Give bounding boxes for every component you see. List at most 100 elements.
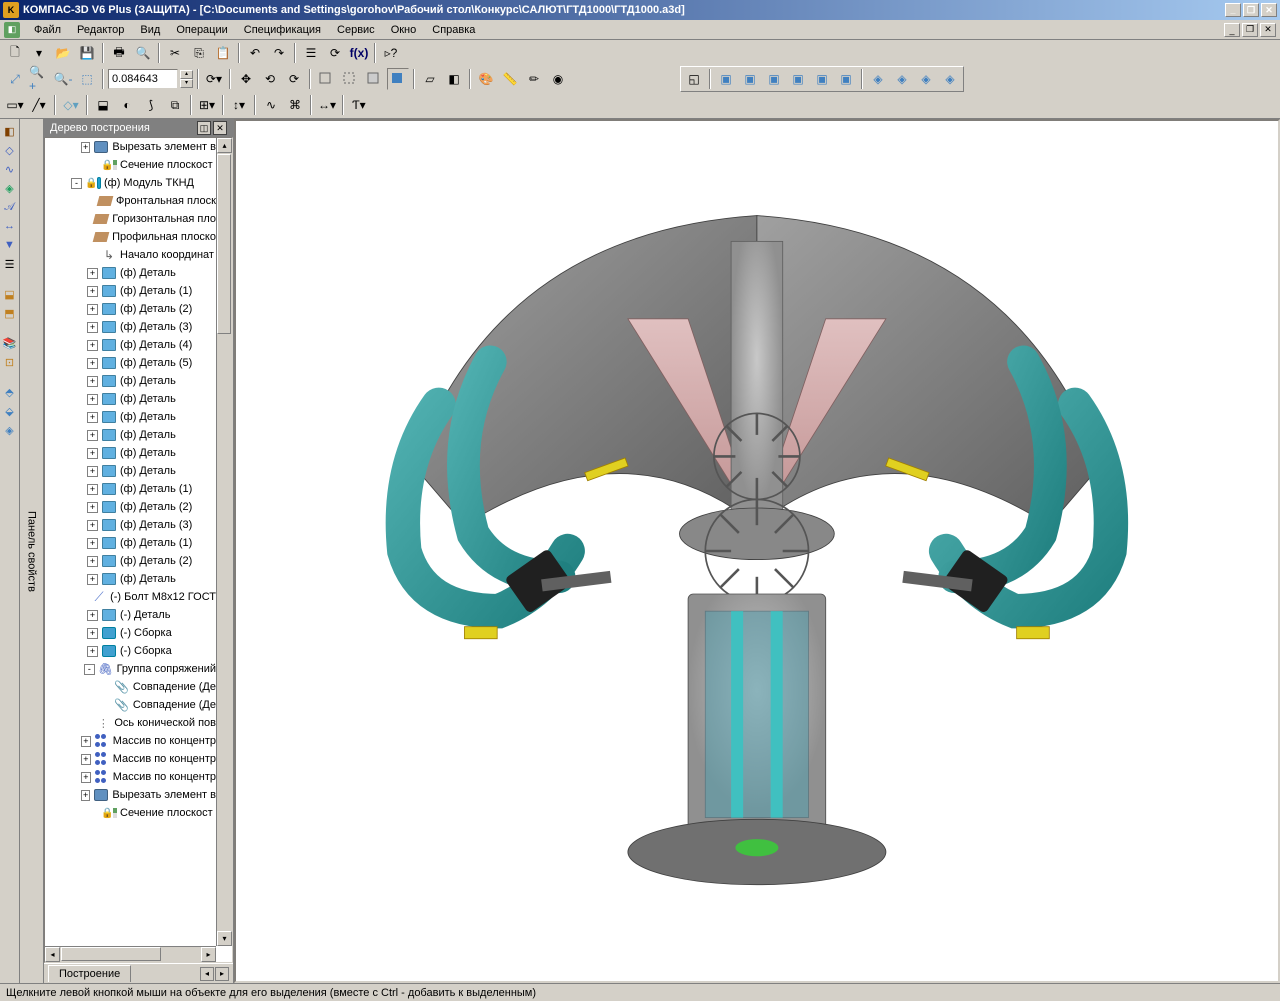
menu-view[interactable]: Вид [132, 22, 168, 38]
open-button[interactable]: 📂 [52, 42, 74, 64]
close-button[interactable]: ✕ [1261, 3, 1277, 17]
tree-item[interactable]: ↳Начало координат [45, 246, 216, 264]
tree-expand-toggle[interactable]: + [87, 574, 98, 585]
print-button[interactable]: 🖶 [108, 42, 130, 64]
color-scheme-button[interactable]: 🎨 [475, 68, 497, 90]
top-view-icon[interactable]: ▣ [763, 68, 785, 90]
zoom-spin-up[interactable]: ▴ [180, 70, 193, 79]
undo-button[interactable]: ↶ [244, 42, 266, 64]
line-button[interactable]: ╱▾ [28, 94, 50, 116]
rail-select-icon[interactable]: ◧ [2, 123, 18, 139]
tree-item[interactable]: +Вырезать элемент в [45, 138, 216, 156]
spiral-button[interactable]: ⌘ [284, 94, 306, 116]
front-view-icon[interactable]: ▣ [715, 68, 737, 90]
tree-header[interactable]: Дерево построения ◫ ✕ [44, 119, 233, 137]
tree-expand-toggle[interactable]: + [87, 430, 98, 441]
tree-item[interactable]: +(ф) Деталь (1) [45, 282, 216, 300]
tree-item[interactable]: +(ф) Деталь [45, 462, 216, 480]
tree-item[interactable]: +Массив по концентр [45, 750, 216, 768]
tree-tab-build[interactable]: Построение [48, 965, 131, 982]
tree-item[interactable]: +(ф) Деталь (1) [45, 480, 216, 498]
save-button[interactable]: 💾 [76, 42, 98, 64]
help-context-button[interactable]: ▹? [380, 42, 402, 64]
refresh-button[interactable]: ⟳ [324, 42, 346, 64]
tree-expand-toggle[interactable]: + [87, 322, 98, 333]
tree-expand-toggle[interactable]: + [87, 412, 98, 423]
tree-item[interactable]: +(ф) Деталь [45, 426, 216, 444]
orientation-toolbar[interactable]: ◱ ▣ ▣ ▣ ▣ ▣ ▣ ◈ ◈ ◈ ◈ [680, 66, 964, 92]
tree-expand-toggle[interactable]: + [87, 340, 98, 351]
mdi-minimize-button[interactable]: _ [1224, 23, 1240, 37]
copy-button[interactable]: ⎘ [188, 42, 210, 64]
left-view-icon[interactable]: ▣ [811, 68, 833, 90]
tree-expand-toggle[interactable]: + [87, 448, 98, 459]
right-view-icon[interactable]: ▣ [835, 68, 857, 90]
tree-item[interactable]: +Вырезать элемент в [45, 786, 216, 804]
menu-edit[interactable]: Редактор [69, 22, 132, 38]
paste-button[interactable]: 📋 [212, 42, 234, 64]
pan-button[interactable]: ✥ [235, 68, 257, 90]
sweep-button[interactable]: ⟆ [140, 94, 162, 116]
tree-scrollbar-horizontal[interactable]: ◂ ▸ [45, 946, 216, 962]
variables-button[interactable]: f(x) [348, 42, 370, 64]
rail-assembly-icon[interactable]: ⬓ [2, 286, 18, 302]
tree-expand-toggle[interactable]: + [87, 376, 98, 387]
tree-expand-toggle[interactable]: + [87, 394, 98, 405]
tree-item[interactable]: +(ф) Деталь [45, 408, 216, 426]
menu-file[interactable]: Файл [26, 22, 69, 38]
text-button[interactable]: Ƭ▾ [348, 94, 370, 116]
tree-close-button[interactable]: ✕ [213, 121, 227, 135]
tree-item[interactable]: -🔒(ф) Модуль ТКНД [45, 174, 216, 192]
sketch-button[interactable]: ▭▾ [4, 94, 26, 116]
tree-expand-toggle[interactable]: + [87, 646, 98, 657]
3d-viewport[interactable] [234, 119, 1280, 983]
scroll-thumb-v[interactable] [217, 154, 231, 334]
tree-expand-toggle[interactable]: + [87, 556, 98, 567]
zoom-out-button[interactable]: 🔍- [52, 68, 74, 90]
new-dropdown[interactable]: ▾ [28, 42, 50, 64]
print-preview-button[interactable]: 🔍 [132, 42, 154, 64]
scroll-up-icon[interactable]: ▴ [217, 138, 232, 153]
tree-item[interactable]: 🔒Сечение плоскост [45, 804, 216, 822]
extrude-button[interactable]: ⬓ [92, 94, 114, 116]
rail-filter-icon[interactable]: ▼ [2, 237, 18, 253]
tree-expand-toggle[interactable]: + [87, 610, 98, 621]
iso-3-icon[interactable]: ◈ [915, 68, 937, 90]
zoom-fit-button[interactable]: ⤢ [4, 68, 26, 90]
tree-item[interactable]: +(-) Деталь [45, 606, 216, 624]
render-button[interactable]: ◉ [547, 68, 569, 90]
tree-item[interactable]: +(ф) Деталь (2) [45, 552, 216, 570]
surface-button[interactable]: ◇▾ [60, 94, 82, 116]
scroll-right-icon[interactable]: ▸ [201, 947, 216, 962]
tree-item[interactable]: +(ф) Деталь (3) [45, 516, 216, 534]
tree-item[interactable]: 📎Совпадение (Де [45, 696, 216, 714]
tree-expand-toggle[interactable]: + [81, 790, 91, 801]
tree-expand-toggle[interactable]: + [87, 286, 98, 297]
tab-shift-right[interactable]: ▸ [215, 967, 229, 981]
tree-item[interactable]: +(-) Сборка [45, 642, 216, 660]
tree-expand-toggle[interactable]: + [81, 754, 91, 765]
rebuild-button[interactable]: ⟳ [283, 68, 305, 90]
tree-item[interactable]: Фронтальная плоск [45, 192, 216, 210]
zoom-window-button[interactable]: ⬚ [76, 68, 98, 90]
rail-standard-icon[interactable]: ⊡ [2, 354, 18, 370]
tree-item[interactable]: Горизонтальная пло [45, 210, 216, 228]
tree-expand-toggle[interactable]: + [81, 736, 91, 747]
rail-library-icon[interactable]: 📚 [2, 335, 18, 351]
measure-button[interactable]: 📏 [499, 68, 521, 90]
revolve-button[interactable]: ◐ [116, 94, 138, 116]
tree-item[interactable]: +(ф) Деталь [45, 570, 216, 588]
tree-expand-toggle[interactable]: + [87, 520, 98, 531]
tree-item[interactable]: +(-) Сборка [45, 624, 216, 642]
menu-window[interactable]: Окно [383, 22, 425, 38]
iso-4-icon[interactable]: ◈ [939, 68, 961, 90]
scroll-down-icon[interactable]: ▾ [217, 931, 232, 946]
edit-button[interactable]: ✏ [523, 68, 545, 90]
zoom-spin-down[interactable]: ▾ [180, 79, 193, 88]
zoom-in-button[interactable]: 🔍+ [28, 68, 50, 90]
rail-surface-icon[interactable]: ◈ [2, 180, 18, 196]
tree-item[interactable]: Профильная плоско [45, 228, 216, 246]
menu-specification[interactable]: Спецификация [236, 22, 329, 38]
shaded-button[interactable] [387, 68, 409, 90]
tree-item[interactable]: +(ф) Деталь (2) [45, 498, 216, 516]
